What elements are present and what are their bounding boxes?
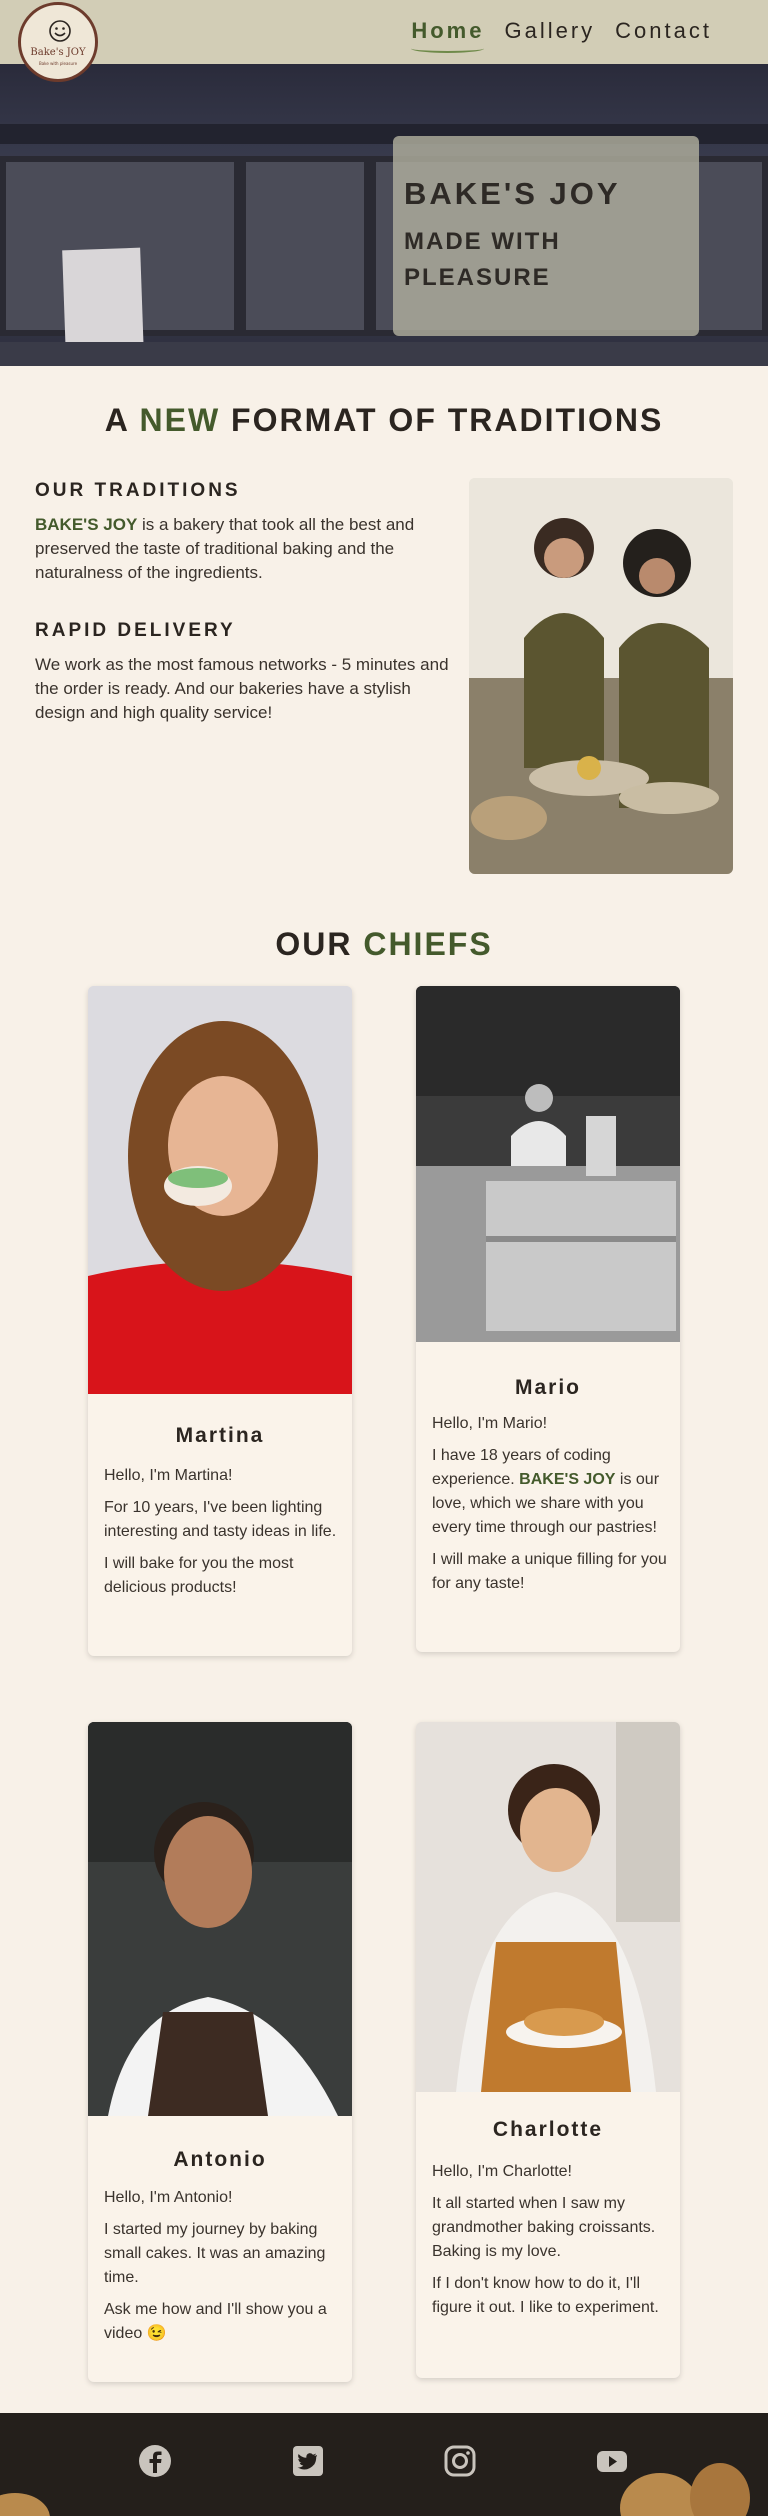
bread-decoration bbox=[620, 2473, 700, 2516]
instagram-icon[interactable] bbox=[442, 2443, 478, 2479]
chef-card: Antonio Hello, I'm Antonio! I started my… bbox=[88, 1722, 352, 2382]
hero-title: BAKE'S JOY bbox=[404, 176, 621, 211]
chef-card: Mario Hello, I'm Mario! I have 18 years … bbox=[416, 986, 680, 1652]
chef-name: Mario bbox=[514, 1376, 581, 1399]
site-footer bbox=[0, 2413, 768, 2516]
chef-bio: Hello, I'm Charlotte! It all started whe… bbox=[432, 2163, 659, 2316]
nav-contact-link[interactable]: Contact bbox=[615, 18, 712, 44]
delivery-title: RAPID DELIVERY bbox=[35, 620, 236, 641]
chef-photo-antonio bbox=[88, 1722, 352, 2116]
chef-name: Martina bbox=[175, 1424, 265, 1447]
logo[interactable]: Bake's JOY Bake with pleasure bbox=[18, 2, 98, 82]
logo-name: Bake's JOY bbox=[30, 47, 86, 58]
nav-gallery-link[interactable]: Gallery bbox=[504, 18, 595, 44]
chef-bio: Hello, I'm Martina! For 10 years, I've b… bbox=[104, 1467, 337, 1596]
hero-banner: BAKE'S JOY MADE WITH PLEASURE bbox=[0, 64, 768, 366]
chef-name: Charlotte bbox=[492, 2118, 604, 2141]
delivery-text: We work as the most famous networks - 5 … bbox=[35, 655, 449, 722]
chef-bio: Hello, I'm Antonio! I started my journey… bbox=[104, 2189, 327, 2342]
twitter-icon[interactable] bbox=[290, 2443, 326, 2479]
window-sill bbox=[0, 342, 768, 366]
chef-photo-charlotte bbox=[416, 1722, 680, 2092]
nav-home-link[interactable]: Home bbox=[411, 18, 485, 53]
traditions-title: OUR TRADITIONS bbox=[35, 480, 241, 501]
hero-text-box: BAKE'S JOY MADE WITH PLEASURE bbox=[393, 136, 699, 336]
bread-decoration bbox=[0, 2493, 50, 2516]
chef-card: Charlotte Hello, I'm Charlotte! It all s… bbox=[416, 1722, 680, 2378]
window-poster bbox=[62, 247, 144, 357]
chef-name: Antonio bbox=[173, 2148, 267, 2171]
chef-card: Martina Hello, I'm Martina! For 10 years… bbox=[88, 986, 352, 1656]
chef-photo-mario bbox=[416, 986, 680, 1342]
traditions-text: BAKE'S JOY is a bakery that took all the… bbox=[35, 515, 415, 582]
chiefs-heading: OUR CHIEFS bbox=[275, 926, 493, 962]
site-header: Home Gallery Contact bbox=[0, 0, 768, 64]
smiley-icon bbox=[49, 20, 71, 42]
bakers-photo bbox=[469, 478, 733, 874]
chef-bio: Hello, I'm Mario! I have 18 years of cod… bbox=[432, 1415, 667, 1592]
youtube-icon[interactable] bbox=[594, 2443, 630, 2479]
shop-window bbox=[240, 156, 370, 336]
main-nav: Home Gallery Contact bbox=[411, 18, 712, 53]
hero-subtitle: MADE WITH PLEASURE bbox=[404, 228, 561, 291]
bread-decoration bbox=[690, 2463, 750, 2516]
logo-tagline: Bake with pleasure bbox=[38, 61, 78, 66]
about-heading: A NEW FORMAT OF TRADITIONS bbox=[104, 402, 664, 438]
chef-photo-martina bbox=[88, 986, 352, 1394]
facebook-icon[interactable] bbox=[137, 2443, 173, 2479]
